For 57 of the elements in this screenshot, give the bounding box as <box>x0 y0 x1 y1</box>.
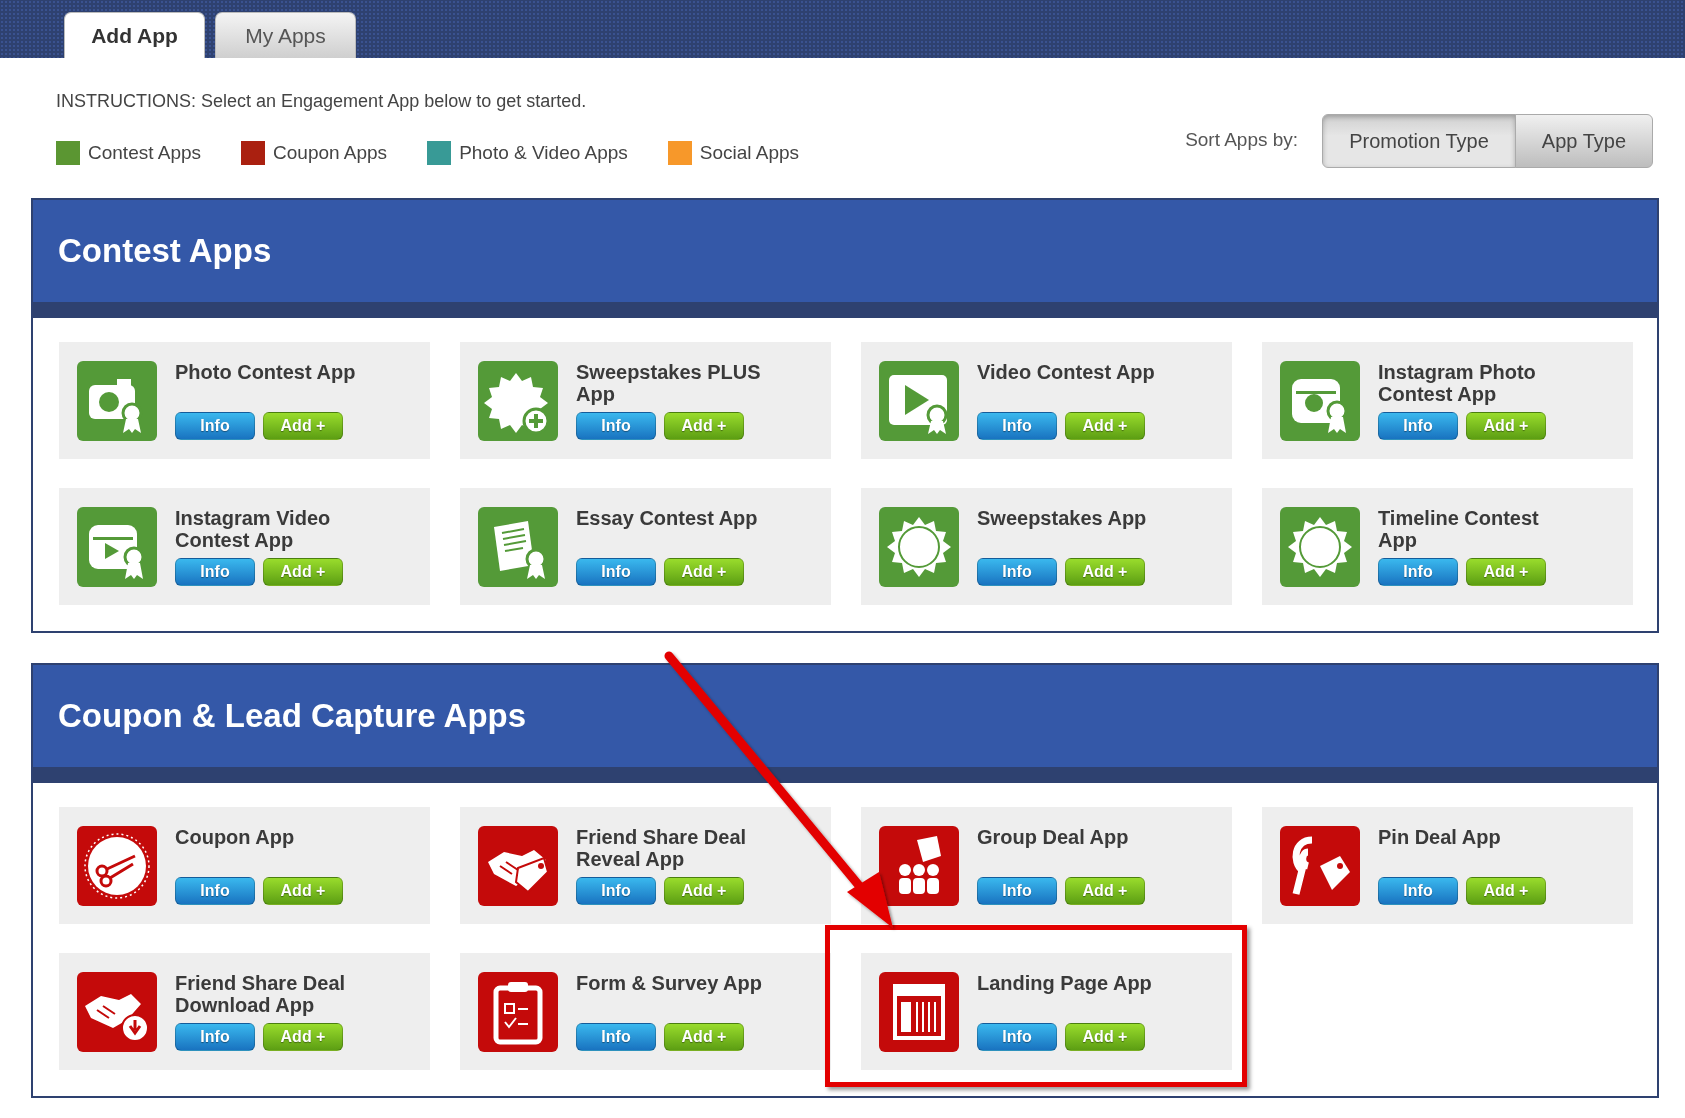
info-button[interactable]: Info <box>576 876 656 905</box>
app-title: Pin Deal App <box>1378 825 1502 848</box>
info-button[interactable]: Info <box>576 411 656 440</box>
app-title: Essay Contest App <box>576 506 758 529</box>
add-button[interactable]: Add + <box>263 876 343 905</box>
add-button[interactable]: Add + <box>664 1022 744 1051</box>
add-button[interactable]: Add + <box>263 1022 343 1051</box>
app-title: Friend Share Deal Download App <box>175 971 347 1016</box>
tab[interactable]: My Apps <box>215 12 356 58</box>
add-button[interactable]: Add + <box>664 876 744 905</box>
info-button[interactable]: Info <box>977 411 1057 440</box>
add-button[interactable]: Add + <box>1065 876 1145 905</box>
info-button[interactable]: Info <box>977 1022 1057 1051</box>
info-button[interactable]: Info <box>1378 557 1458 586</box>
legend-label: Photo & Video Apps <box>459 141 628 165</box>
info-button[interactable]: Info <box>1378 876 1458 905</box>
info-button[interactable]: Info <box>175 411 255 440</box>
add-button[interactable]: Add + <box>1466 557 1546 586</box>
add-button[interactable]: Add + <box>263 411 343 440</box>
sort-label: Sort Apps by: <box>1185 128 1299 153</box>
info-button[interactable]: Info <box>977 557 1057 586</box>
app-title: Coupon App <box>175 825 296 848</box>
legend-label: Coupon Apps <box>273 141 388 165</box>
add-button[interactable]: Add + <box>1466 876 1546 905</box>
legend-label: Contest Apps <box>88 141 202 165</box>
sort-option-button[interactable]: App Type <box>1514 113 1653 168</box>
info-button[interactable]: Info <box>576 1022 656 1051</box>
app-title: Landing Page App <box>977 971 1152 994</box>
legend-label: Social Apps <box>699 141 800 165</box>
section-title: Coupon & Lead Capture Apps <box>33 664 1657 783</box>
app-title: Friend Share Deal Reveal App <box>576 825 748 870</box>
tab[interactable]: Add App <box>64 12 205 58</box>
app-title: Video Contest App <box>977 360 1155 383</box>
instructions-text: INSTRUCTIONS: Select an Engagement App below to get started. <box>56 90 588 113</box>
app-title: Instagram Video Contest App <box>175 506 332 551</box>
info-button[interactable]: Info <box>175 876 255 905</box>
add-button[interactable]: Add + <box>664 557 744 586</box>
info-button[interactable]: Info <box>175 557 255 586</box>
info-button[interactable]: Info <box>977 876 1057 905</box>
add-button[interactable]: Add + <box>263 557 343 586</box>
add-button[interactable]: Add + <box>1065 411 1145 440</box>
app-title: Form & Survey App <box>576 971 762 994</box>
add-button[interactable]: Add + <box>1065 1022 1145 1051</box>
info-button[interactable]: Info <box>1378 411 1458 440</box>
add-button[interactable]: Add + <box>1065 557 1145 586</box>
app-title: Sweepstakes PLUS App <box>576 360 762 405</box>
app-title: Photo Contest App <box>175 360 356 383</box>
add-button[interactable]: Add + <box>1466 411 1546 440</box>
sort-option-button[interactable]: Promotion Type <box>1322 113 1516 168</box>
app-title: Timeline Contest App <box>1378 506 1540 551</box>
add-button[interactable]: Add + <box>664 411 744 440</box>
info-button[interactable]: Info <box>576 557 656 586</box>
app-title: Instagram Photo Contest App <box>1378 360 1537 405</box>
app-title: Group Deal App <box>977 825 1130 848</box>
app-title: Sweepstakes App <box>977 506 1147 529</box>
section-title: Contest Apps <box>33 199 1657 318</box>
info-button[interactable]: Info <box>175 1022 255 1051</box>
